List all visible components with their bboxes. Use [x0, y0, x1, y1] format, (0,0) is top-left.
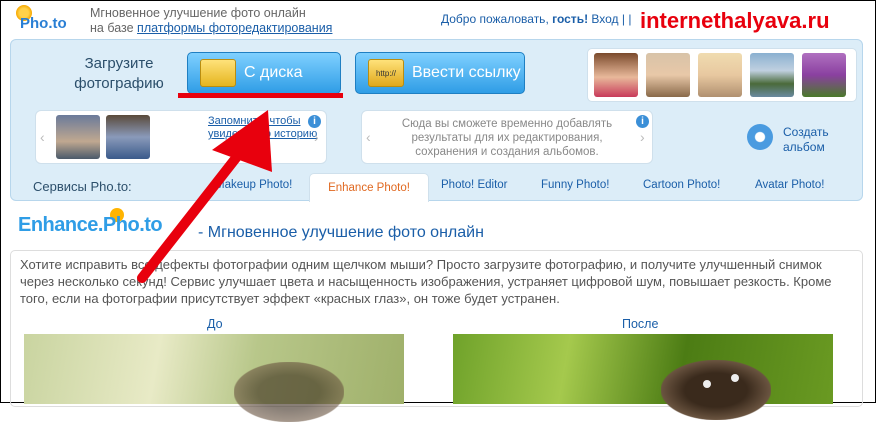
album-hint: Сюда вы сможете временно добавлять резул… — [401, 118, 613, 158]
upload-panel: Загрузите фотографию С диска http:// Вве… — [10, 39, 863, 202]
tab-funny-photo[interactable]: Funny Photo! — [541, 179, 609, 191]
upload-label: Загрузите фотографию — [74, 55, 164, 92]
info-icon[interactable]: i — [308, 115, 321, 128]
tab-enhance-photo[interactable]: Enhance Photo! — [309, 173, 429, 202]
site-watermark: internethalyava.ru — [640, 8, 830, 33]
create-album-link[interactable]: Создать альбом — [783, 125, 843, 155]
annotation-underline — [178, 93, 343, 98]
upload-from-disk-button[interactable]: С диска — [187, 52, 341, 94]
after-label: После — [622, 317, 659, 331]
login-link[interactable]: Вход — [591, 12, 618, 26]
after-photo — [453, 334, 833, 420]
recent-photo-1[interactable] — [56, 115, 100, 159]
sample-photo-blonde[interactable] — [698, 53, 742, 97]
album-dropzone[interactable]: ‹ Сюда вы сможете временно добавлять рез… — [361, 110, 653, 164]
sample-photo-flowers[interactable] — [802, 53, 846, 97]
chevron-right-icon[interactable]: › — [640, 129, 650, 145]
chevron-left-icon[interactable]: ‹ — [366, 129, 376, 145]
wing-spot — [731, 374, 739, 382]
http-icon: http:// — [368, 59, 404, 87]
recent-photos-card: ‹ Запомнить, чтобы увидеть всю историю i… — [35, 110, 327, 164]
remember-history-link[interactable]: Запомнить, чтобы увидеть всю историю — [208, 115, 318, 141]
guest-link[interactable]: гость! — [552, 12, 588, 26]
chevron-left-icon[interactable]: ‹ — [40, 129, 50, 145]
separator: | | — [621, 12, 632, 26]
tab-makeup-photo[interactable]: Makeup Photo! — [215, 179, 292, 191]
butterfly-image — [234, 362, 344, 422]
welcome-bar: Добро пожаловать, гость! Вход | | — [441, 12, 631, 26]
enter-link-button[interactable]: http:// Ввести ссылку — [355, 52, 525, 94]
link-button-label: Ввести ссылку — [412, 64, 521, 81]
photo-logo[interactable]: Pho.to — [6, 3, 82, 37]
butterfly-image — [661, 360, 771, 420]
wing-spot — [703, 380, 711, 388]
tagline: Мгновенное улучшение фото онлайн на базе… — [90, 6, 332, 36]
tab-avatar-photo[interactable]: Avatar Photo! — [755, 179, 824, 191]
info-icon[interactable]: i — [636, 115, 649, 128]
tab-cartoon-photo[interactable]: Cartoon Photo! — [643, 179, 720, 191]
tab-photo-editor[interactable]: Photo! Editor — [441, 179, 507, 191]
before-label: До — [207, 317, 223, 331]
platform-link[interactable]: платформы фоторедактирования — [137, 21, 332, 35]
gear-icon[interactable] — [747, 124, 773, 150]
enhance-photo-logo[interactable]: Enhance.Pho.to — [18, 214, 163, 237]
page-title: - Мгновенное улучшение фото онлайн — [198, 224, 484, 241]
description-text: Хотите исправить все дефекты фотографии … — [20, 257, 832, 306]
disk-button-label: С диска — [244, 64, 303, 81]
recent-photo-2[interactable] — [106, 115, 150, 159]
sample-photo-man[interactable] — [646, 53, 690, 97]
services-label: Сервисы Pho.to: — [33, 179, 132, 194]
folder-icon — [200, 59, 236, 87]
tagline-prefix: на базе — [90, 21, 134, 35]
sample-photos — [587, 48, 857, 102]
welcome-text: Добро пожаловать, — [441, 12, 549, 26]
chevron-right-icon[interactable]: › — [314, 129, 324, 145]
before-photo — [24, 334, 404, 422]
tagline-line1: Мгновенное улучшение фото онлайн — [90, 6, 306, 20]
sample-photo-lake[interactable] — [750, 53, 794, 97]
sample-photo-woman[interactable] — [594, 53, 638, 97]
